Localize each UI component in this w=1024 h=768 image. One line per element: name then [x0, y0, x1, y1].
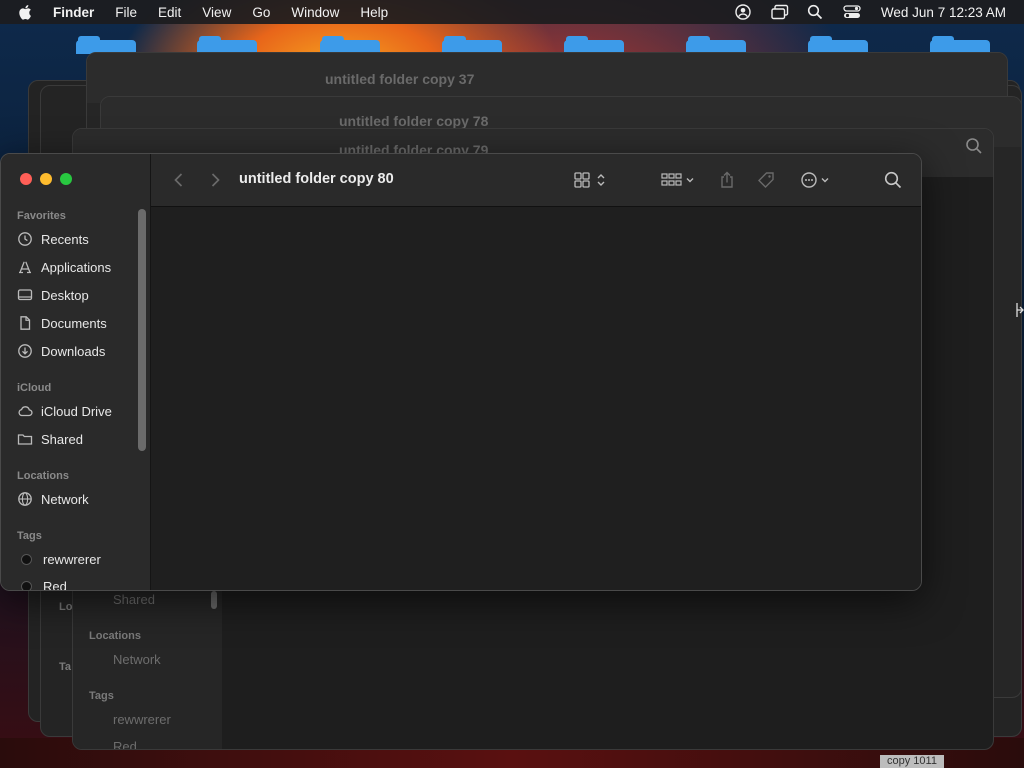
toolbar: untitled folder copy 80: [151, 154, 921, 207]
sidebar-item-label: Red: [43, 578, 67, 591]
resize-cursor-icon: [1016, 302, 1024, 318]
group-by-button[interactable]: [659, 170, 699, 190]
window-title: untitled folder copy 37: [325, 71, 475, 87]
tag-color-dot: [21, 580, 32, 590]
menu-help[interactable]: Help: [360, 5, 388, 20]
sidebar-item-shared[interactable]: Shared: [113, 592, 155, 607]
sidebar-item-label: Applications: [41, 259, 112, 275]
close-button[interactable]: [20, 173, 32, 185]
sidebar-item-shared[interactable]: Shared: [17, 428, 135, 450]
spotlight-search-icon[interactable]: [807, 4, 823, 20]
sidebar-item-desktop[interactable]: Desktop: [17, 284, 135, 306]
partial-label: Lo: [59, 601, 73, 613]
sidebar-scrollbar[interactable]: [138, 209, 146, 451]
sidebar-item-tag[interactable]: Red: [113, 739, 137, 749]
sidebar-item-label: Downloads: [41, 343, 106, 359]
section-header-tags: Tags: [89, 690, 114, 702]
sidebar-item-network[interactable]: Network: [17, 488, 135, 510]
menu-go[interactable]: Go: [252, 5, 270, 20]
sidebar-item-label: Documents: [41, 315, 107, 331]
more-actions-button[interactable]: [799, 170, 835, 190]
tag-color-dot: [21, 553, 32, 565]
shared-folder-icon: [17, 431, 33, 447]
globe-icon: [17, 491, 33, 507]
minimize-button[interactable]: [40, 173, 52, 185]
sidebar-item-icloud-drive[interactable]: iCloud Drive: [17, 400, 135, 422]
sidebar: Favorites Recents Applications Desktop D…: [1, 154, 151, 590]
menubar-clock[interactable]: Wed Jun 7 12:23 AM: [881, 5, 1006, 20]
icon-view-button[interactable]: [571, 170, 611, 190]
apple-menu-icon[interactable]: [17, 3, 35, 21]
sidebar-item-label: Recents: [41, 231, 89, 247]
partial-label: Ta: [59, 661, 72, 673]
sidebar-item-recents[interactable]: Recents: [17, 228, 135, 250]
finder-window[interactable]: Favorites Recents Applications Desktop D…: [0, 153, 922, 591]
sidebar-item-network[interactable]: Network: [113, 652, 161, 667]
sidebar-item-downloads[interactable]: Downloads: [17, 340, 135, 362]
download-icon: [17, 343, 33, 359]
sidebar-scrollbar[interactable]: [211, 591, 217, 609]
share-button[interactable]: [717, 170, 737, 190]
section-header-locations: Locations: [89, 630, 141, 642]
desktop-file-label[interactable]: copy 1011: [880, 755, 944, 768]
zoom-button[interactable]: [60, 173, 72, 185]
forward-button[interactable]: [205, 170, 225, 190]
back-button[interactable]: [169, 170, 189, 190]
sidebar-item-tag-red[interactable]: Red: [17, 575, 135, 591]
menu-window[interactable]: Window: [291, 5, 339, 20]
desktop-icon: [17, 287, 33, 303]
menu-file[interactable]: File: [115, 5, 137, 20]
clock-icon: [17, 231, 33, 247]
cloud-icon: [17, 403, 33, 419]
section-header-favorites: Favorites: [17, 210, 66, 222]
applications-icon: [17, 259, 33, 275]
tag-button[interactable]: [756, 170, 776, 190]
window-controls: [20, 173, 80, 185]
control-center-icon[interactable]: [843, 4, 861, 20]
document-icon: [17, 315, 33, 331]
window-title: untitled folder copy 80: [239, 171, 394, 187]
screen-mirroring-icon[interactable]: [771, 4, 789, 20]
menu-view[interactable]: View: [202, 5, 231, 20]
user-account-icon[interactable]: [735, 4, 751, 20]
search-icon[interactable]: [883, 170, 903, 190]
sidebar-item-label: iCloud Drive: [41, 403, 112, 419]
menu-bar: Finder File Edit View Go Window Help Wed…: [0, 0, 1024, 24]
sidebar-item-tag[interactable]: rewwrerer: [113, 712, 171, 727]
sidebar-item-label: Desktop: [41, 287, 89, 303]
sidebar-item-label: Network: [41, 491, 89, 507]
section-header-icloud: iCloud: [17, 382, 52, 394]
section-header-locations: Locations: [17, 470, 69, 482]
folder-content-area[interactable]: [151, 207, 921, 590]
search-icon[interactable]: [965, 137, 983, 155]
section-header-tags: Tags: [17, 530, 42, 542]
menu-edit[interactable]: Edit: [158, 5, 181, 20]
sidebar-item-tag-rewwrerer[interactable]: rewwrerer: [17, 548, 135, 570]
menu-finder[interactable]: Finder: [53, 5, 94, 20]
window-title: untitled folder copy 78: [339, 113, 489, 129]
sidebar-item-documents[interactable]: Documents: [17, 312, 135, 334]
sidebar-item-label: Shared: [41, 431, 83, 447]
sidebar-item-applications[interactable]: Applications: [17, 256, 135, 278]
sidebar-item-label: rewwrerer: [43, 551, 101, 567]
